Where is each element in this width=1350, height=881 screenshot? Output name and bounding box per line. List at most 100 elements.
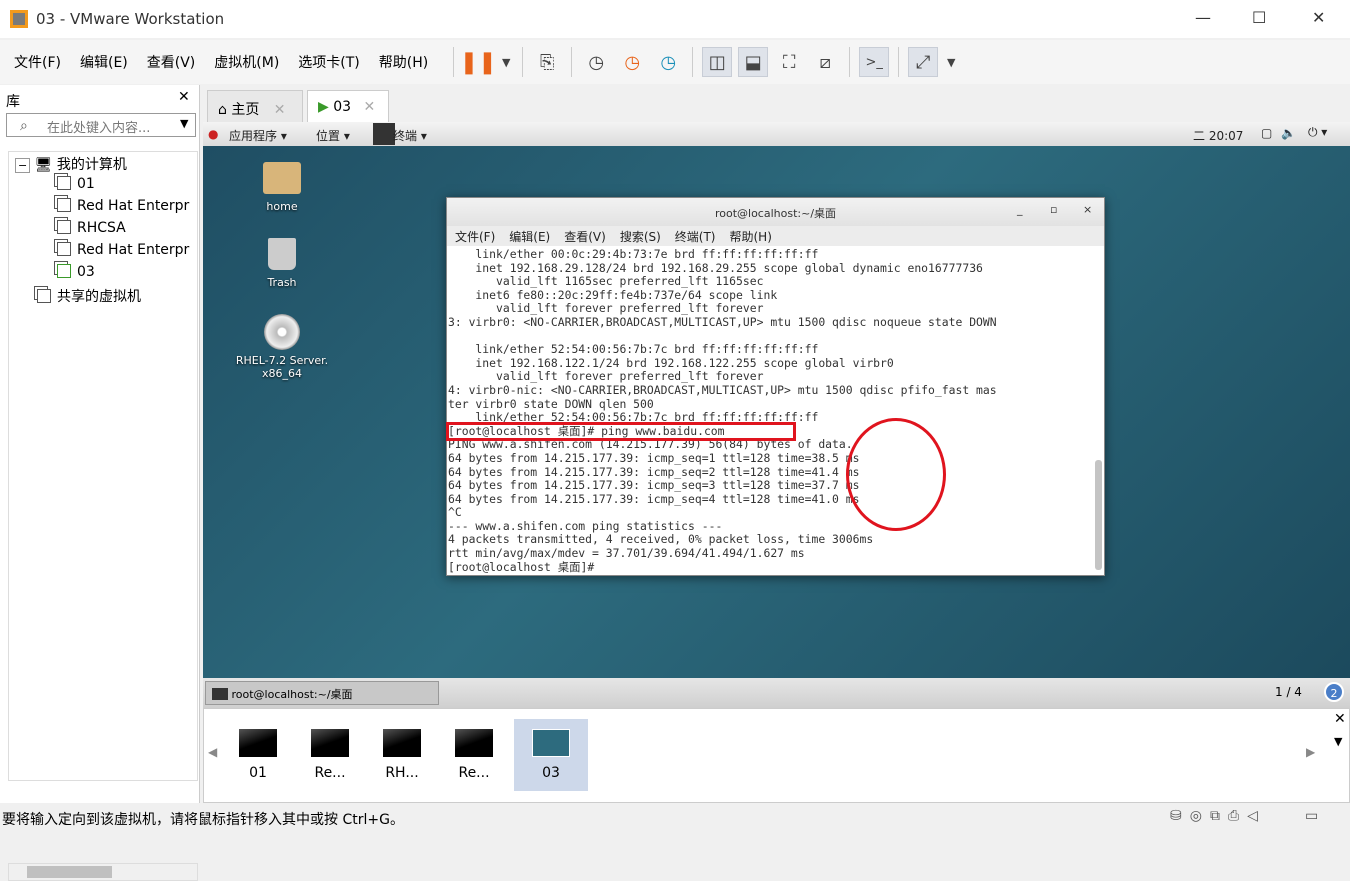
annotation-circle bbox=[846, 418, 946, 531]
terminal-menu[interactable]: 终端 ▾ bbox=[393, 127, 427, 144]
thumbnail-01[interactable]: 01 bbox=[222, 719, 294, 791]
chevron-down-icon[interactable]: ▼ bbox=[180, 117, 188, 130]
title-bar: 03 - VMware Workstation — ☐ ✕ bbox=[0, 0, 1350, 38]
tab-03[interactable]: ▶ 03 ✕ bbox=[307, 90, 389, 122]
desktop-icon-home[interactable]: home bbox=[232, 162, 332, 213]
message-log-icon[interactable]: ▭ bbox=[1305, 808, 1318, 824]
tab-close-button[interactable]: ✕ bbox=[274, 102, 286, 118]
menu-help[interactable]: 帮助(H) bbox=[379, 52, 428, 72]
dropdown-icon[interactable]: ▼ bbox=[499, 47, 513, 77]
thumbnail-redhat-2[interactable]: Re... bbox=[438, 719, 510, 791]
desktop-icon-dvd[interactable]: RHEL-7.2 Server. x86_64 bbox=[232, 314, 332, 380]
tree-vm-01[interactable]: 01 bbox=[57, 176, 95, 192]
scroll-right-icon[interactable]: ▶ bbox=[1306, 745, 1315, 759]
terminal-menu-view[interactable]: 查看(V) bbox=[564, 230, 606, 244]
chevron-down-icon[interactable]: ▼ bbox=[1334, 735, 1342, 748]
workspace-indicator[interactable]: 1 / 4 bbox=[1275, 685, 1302, 699]
desktop-icon-trash[interactable]: Trash bbox=[232, 238, 332, 289]
taskbar-window-button[interactable]: root@localhost:~/桌面 bbox=[205, 681, 439, 705]
terminal-menu-terminal[interactable]: 终端(T) bbox=[675, 230, 716, 244]
terminal-close-button[interactable]: × bbox=[1083, 203, 1092, 216]
tab-close-button[interactable]: ✕ bbox=[364, 99, 376, 115]
vm-icon bbox=[57, 242, 71, 256]
pause-icon[interactable]: ❚❚ bbox=[460, 47, 497, 77]
unity-icon[interactable]: ⧄ bbox=[810, 47, 840, 77]
window-icon[interactable]: ▢ bbox=[1261, 126, 1272, 140]
tree-vm-redhat-2[interactable]: Red Hat Enterpr bbox=[57, 242, 189, 258]
terminal-line: 4 packets transmitted, 4 received, 0% pa… bbox=[448, 532, 874, 547]
menu-file[interactable]: 文件(F) bbox=[14, 52, 61, 72]
annotation-box bbox=[446, 422, 796, 441]
home-icon: ⌂ bbox=[218, 102, 227, 118]
vmware-logo-icon bbox=[10, 10, 28, 28]
tree-vm-rhcsa[interactable]: RHCSA bbox=[57, 220, 126, 236]
power-icon[interactable]: ⏻ ▾ bbox=[1308, 125, 1327, 140]
device-icons[interactable]: ⛁◎⧉⎙◁ bbox=[1170, 808, 1266, 824]
places-menu[interactable]: 位置 ▾ bbox=[316, 127, 350, 144]
tree-vm-03[interactable]: 03 bbox=[57, 264, 95, 280]
stretch-icon[interactable]: ⤢ bbox=[908, 47, 939, 77]
fullscreen-icon[interactable]: ⛶ bbox=[774, 47, 804, 77]
minimize-button[interactable]: — bbox=[1195, 8, 1211, 27]
library-search-input[interactable]: 在此处键入内容... bbox=[6, 113, 196, 137]
terminal-maximize-button[interactable]: ▫ bbox=[1050, 203, 1057, 216]
library-close-button[interactable]: ✕ bbox=[178, 89, 190, 105]
tab-home[interactable]: ⌂ 主页 ✕ bbox=[207, 90, 303, 122]
terminal-titlebar[interactable]: root@localhost:~/桌面 _ ▫ × bbox=[447, 198, 1104, 226]
maximize-button[interactable]: ☐ bbox=[1252, 8, 1266, 27]
terminal-minimize-button[interactable]: _ bbox=[1017, 203, 1023, 216]
trash-icon bbox=[268, 238, 296, 270]
vm-icon bbox=[57, 198, 71, 212]
terminal-app-icon bbox=[373, 123, 395, 145]
terminal-line: --- www.a.shifen.com ping statistics --- bbox=[448, 518, 723, 533]
notification-badge[interactable]: 2 bbox=[1324, 682, 1344, 702]
tree-my-computer[interactable]: − 🖥 我的计算机 bbox=[15, 154, 127, 174]
clock[interactable]: 二 20:07 bbox=[1193, 127, 1243, 144]
gnome-bottom-bar: root@localhost:~/桌面 1 / 4 2 bbox=[203, 678, 1350, 708]
terminal-menu-search[interactable]: 搜索(S) bbox=[620, 230, 661, 244]
thumbnail-03[interactable]: 03 bbox=[514, 719, 588, 791]
horizontal-scrollbar[interactable] bbox=[8, 863, 198, 881]
thumbnail-rhcsa[interactable]: RH... bbox=[366, 719, 438, 791]
terminal-icon bbox=[212, 688, 228, 700]
terminal-output[interactable]: link/ether 00:0c:29:4b:73:7e brd ff:ff:f… bbox=[447, 246, 1104, 574]
library-view-icon[interactable]: ◫ bbox=[702, 47, 733, 77]
applications-menu[interactable]: 应用程序 ▾ bbox=[229, 127, 287, 144]
thumbnail-close-button[interactable]: ✕ bbox=[1334, 711, 1346, 727]
terminal-menu-file[interactable]: 文件(F) bbox=[455, 230, 495, 244]
scroll-left-icon[interactable]: ◀ bbox=[208, 745, 217, 759]
terminal-line: valid_lft 1165sec preferred_lft 1165sec bbox=[448, 274, 764, 289]
menu-bar: 文件(F) 编辑(E) 查看(V) 虚拟机(M) 选项卡(T) 帮助(H) ❚❚… bbox=[0, 40, 1350, 84]
terminal-line: rtt min/avg/max/mdev = 37.701/39.694/41.… bbox=[448, 546, 805, 561]
terminal-window[interactable]: root@localhost:~/桌面 _ ▫ × 文件(F) 编辑(E) 查看(V… bbox=[446, 197, 1105, 576]
terminal-line: [root@localhost 桌面]# bbox=[448, 559, 602, 574]
terminal-scrollbar[interactable] bbox=[1095, 250, 1102, 570]
menu-tabs[interactable]: 选项卡(T) bbox=[298, 52, 359, 72]
menu-edit[interactable]: 编辑(E) bbox=[80, 52, 128, 72]
library-panel: 库 ✕ 在此处键入内容... ⌕ ▼ − 🖥 我的计算机 01 Red Hat … bbox=[0, 85, 200, 881]
console-icon[interactable]: >_ bbox=[859, 47, 890, 77]
volume-icon[interactable]: 🔈 bbox=[1281, 126, 1296, 140]
close-button[interactable]: ✕ bbox=[1312, 8, 1325, 27]
terminal-line: 64 bytes from 14.215.177.39: icmp_seq=4 … bbox=[448, 491, 860, 506]
menu-view[interactable]: 查看(V) bbox=[147, 52, 196, 72]
menu-vm[interactable]: 虚拟机(M) bbox=[214, 52, 279, 72]
terminal-line: 64 bytes from 14.215.177.39: icmp_seq=3 … bbox=[448, 478, 860, 493]
snapshot-take-icon[interactable]: ◷ bbox=[581, 47, 611, 77]
snapshot-revert-icon[interactable]: ◷ bbox=[617, 47, 647, 77]
thumbnail-redhat-1[interactable]: Re... bbox=[294, 719, 366, 791]
disc-icon bbox=[264, 314, 300, 350]
send-ctrl-alt-del-icon[interactable]: ⎘ bbox=[532, 47, 562, 77]
terminal-menu-help[interactable]: 帮助(H) bbox=[730, 230, 772, 244]
thumbnail-bar-icon[interactable]: ⬓ bbox=[738, 47, 769, 77]
tree-shared-vms[interactable]: 共享的虚拟机 bbox=[37, 286, 141, 306]
terminal-menu-edit[interactable]: 编辑(E) bbox=[509, 230, 550, 244]
status-bar: 要将输入定向到该虚拟机，请将鼠标指针移入其中或按 Ctrl+G。 ⛁◎⧉⎙◁ ▭ bbox=[0, 805, 1350, 831]
tree-vm-redhat-1[interactable]: Red Hat Enterpr bbox=[57, 198, 189, 214]
snapshot-manager-icon[interactable]: ◷ bbox=[653, 47, 683, 77]
computer-icon: 🖥 bbox=[34, 157, 53, 173]
terminal-line: 64 bytes from 14.215.177.39: icmp_seq=2 … bbox=[448, 464, 860, 479]
collapse-icon[interactable]: − bbox=[15, 158, 31, 173]
dropdown-icon[interactable]: ▼ bbox=[944, 47, 958, 77]
